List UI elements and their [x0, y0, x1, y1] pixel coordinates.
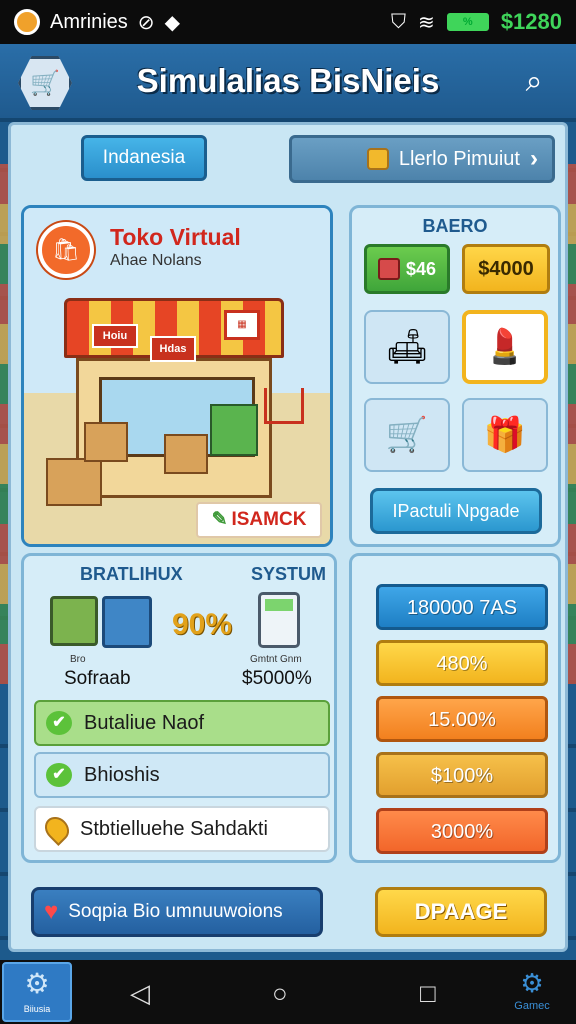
home-circle-icon[interactable]: ○: [272, 978, 288, 1009]
stat-button-2[interactable]: 480%: [376, 640, 548, 686]
green-crate-icon: [50, 596, 98, 646]
system-heading-right: SYSTUM: [250, 564, 326, 584]
pencil-icon: ✎: [211, 509, 228, 530]
system-value-left: Sofraab: [64, 668, 131, 689]
stock-count[interactable]: $46: [364, 244, 450, 294]
blue-crate-icon: [102, 596, 152, 648]
shop-sign-center: Hdas: [150, 336, 196, 362]
stat-button-5[interactable]: 3000%: [376, 808, 548, 854]
check-icon: ✔: [46, 763, 72, 787]
shop-sign-left: Hoiu: [92, 324, 138, 348]
status-bar: Amrinies ⊘ ◆ ⛉ ≋ % $1280: [0, 0, 576, 44]
restock-label: ISAMCK: [231, 509, 307, 530]
coin-icon: [366, 148, 389, 170]
pin-icon: [40, 812, 74, 846]
sofa-icon[interactable]: 🛋: [364, 310, 450, 384]
stat-button-3[interactable]: 15.00%: [376, 696, 548, 742]
inventory-panel: BAERO $46 $4000 🛋 💄 🛒 🎁 IPactuli Npgade: [349, 205, 561, 547]
battery-icon: %: [446, 13, 489, 31]
stats-panel: 180000 7AS 480% 15.00% $100% 3000%: [349, 553, 561, 863]
box-stack: [164, 434, 208, 474]
task-label: Stbtielluehe Sahdakti: [80, 817, 268, 840]
status-app-name: Amrinies: [50, 10, 128, 33]
crates-icon: [50, 596, 152, 648]
wifi-icon: ≋: [418, 11, 435, 34]
system-panel: BRATLIHUX SYSTUM 90% Bro Sofraab Gmtnt G…: [21, 553, 337, 863]
chevron-right-icon: ›: [530, 145, 538, 172]
stat-button-4[interactable]: $100%: [376, 752, 548, 798]
shop-card[interactable]: 🛍 Toko Virtual Ahae Nolans Hoiu Hdas ▦ ✎…: [21, 205, 333, 547]
system-small-label-left: Bro: [70, 654, 86, 665]
gift-icon[interactable]: 🎁: [462, 398, 548, 472]
shop-subtitle: Ahae Nolans: [110, 252, 202, 269]
shop-logo-icon: 🛍: [38, 222, 94, 278]
app-icon: [14, 9, 40, 35]
box-stack: [46, 458, 102, 506]
main-panel: Indanesia Llerlo Pimuiut › 🛍 Toko Virtua…: [8, 122, 568, 952]
settings-gear-icon: ⚙: [520, 968, 544, 998]
box-stack: [84, 422, 128, 462]
nav-home-button[interactable]: ⚙ Biiusia: [2, 962, 72, 1022]
shopping-cart-icon: [264, 388, 304, 424]
system-percent: 90%: [172, 608, 233, 641]
cash-value[interactable]: $4000: [462, 244, 550, 294]
crate-icon: [377, 258, 400, 280]
cart-badge-icon: 🛒: [30, 69, 60, 97]
back-icon[interactable]: ◁: [130, 978, 150, 1009]
header: 🛒 Simulalias BisNieis ⌕: [0, 44, 576, 122]
recents-square-icon[interactable]: □: [420, 978, 436, 1009]
nav-home-label: Biiusia: [23, 1004, 51, 1014]
goals-button[interactable]: Llerlo Pimuiut ›: [289, 135, 555, 183]
shield-icon: ⛉: [391, 10, 407, 33]
shop-sign-right: ▦: [224, 310, 260, 340]
system-small-label-right: Gmtnt Gnm: [250, 654, 302, 665]
cosmetics-icon[interactable]: 💄: [462, 310, 548, 384]
social-label: Soqpia Bio umnuuwoions: [68, 901, 283, 922]
cart-icon[interactable]: 🛒: [364, 398, 450, 472]
nav-bar: ⚙ Biiusia ◁ ○ □ ⚙ Gamec: [0, 960, 576, 1024]
goals-label: Llerlo Pimuiut: [398, 147, 520, 170]
stock-count-value: $46: [405, 258, 437, 279]
task-label: Bhioshis: [84, 763, 160, 786]
page-title: Simulalias BisNieis: [136, 62, 440, 99]
calculator-screen: [265, 599, 293, 611]
nav-settings-button[interactable]: ⚙ Gamec: [502, 966, 562, 1020]
inventory-title: BAERO: [422, 216, 488, 236]
product-upgrade-button[interactable]: IPactuli Npgade: [370, 488, 542, 534]
balance-value: $1280: [500, 9, 562, 34]
menu-hex-button[interactable]: 🛒: [18, 56, 72, 110]
stat-button-1[interactable]: 180000 7AS: [376, 584, 548, 630]
upgrade-button[interactable]: DPAAGE: [375, 887, 547, 937]
check-icon: ✔: [46, 711, 72, 735]
restock-button[interactable]: ✎ ISAMCK: [196, 502, 322, 538]
task-label: Butaliue Naof: [84, 711, 205, 734]
box-stack: [210, 404, 258, 456]
nav-settings-label: Gamec: [514, 1000, 550, 1012]
task-item[interactable]: Stbtielluehe Sahdakti: [34, 806, 330, 852]
search-icon[interactable]: ⌕: [514, 62, 554, 102]
system-value-right: $5000%: [242, 668, 312, 689]
task-item[interactable]: ✔ Butaliue Naof: [34, 700, 330, 746]
social-button[interactable]: ♥ Soqpia Bio umnuuwoions: [31, 887, 323, 937]
heart-icon: ♥: [44, 898, 59, 925]
gear-icon: ⚙: [24, 968, 50, 999]
image-icon: ◆: [164, 11, 180, 34]
task-item[interactable]: ✔ Bhioshis: [34, 752, 330, 798]
sync-icon: ⊘: [137, 11, 155, 34]
region-button[interactable]: Indanesia: [81, 135, 207, 181]
calculator-icon: [258, 592, 300, 648]
top-row: Indanesia Llerlo Pimuiut ›: [81, 135, 555, 185]
shop-name: Toko Virtual: [110, 224, 241, 250]
system-heading-left: BRATLIHUX: [80, 564, 183, 584]
